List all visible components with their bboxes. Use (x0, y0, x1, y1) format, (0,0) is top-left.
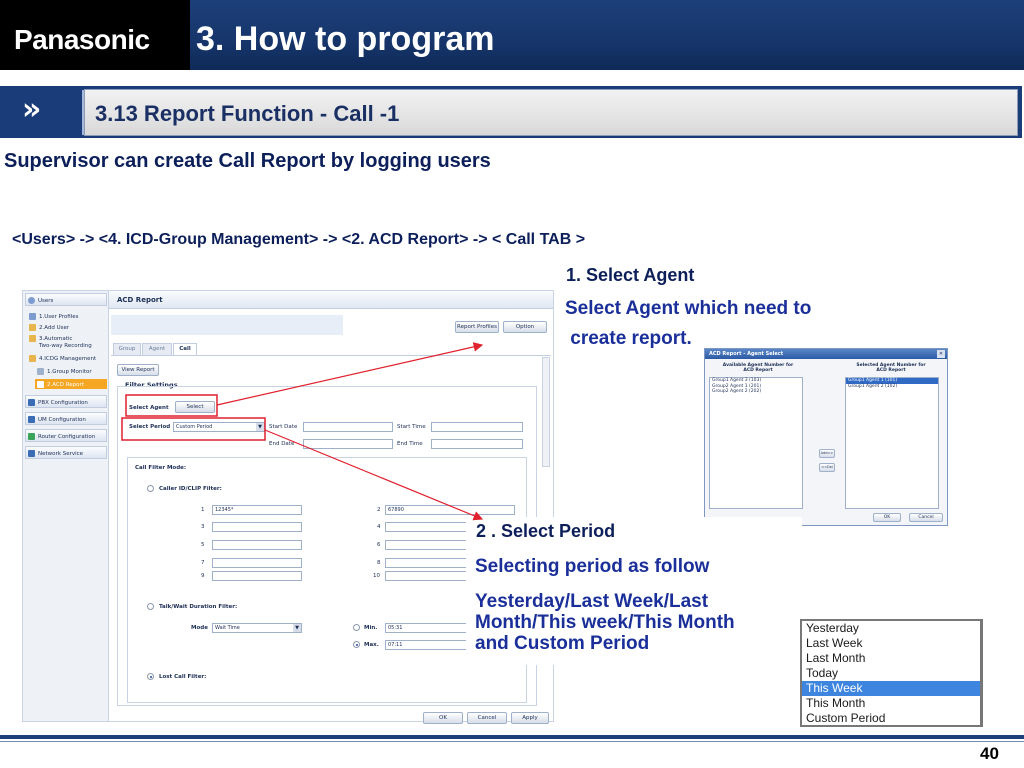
select-period-highlight (121, 417, 266, 441)
select-agent-highlight (125, 394, 218, 417)
annotation-overlay (121, 342, 484, 521)
page-number: 40 (980, 744, 999, 763)
footer-rule-thin (0, 741, 1024, 742)
arrow-to-period-note (264, 429, 484, 521)
arrow-to-agent-dialog (216, 342, 484, 406)
footer-rule (0, 735, 1024, 739)
